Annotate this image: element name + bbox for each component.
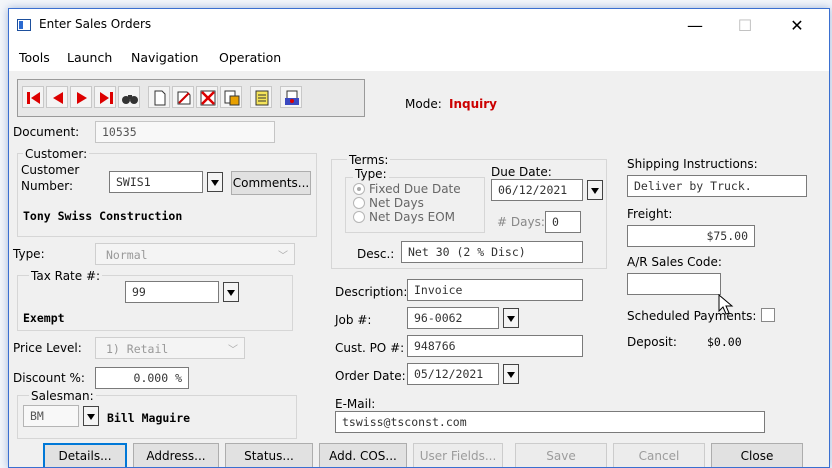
document-label: Document: xyxy=(13,125,80,139)
document-field[interactable]: 10535 xyxy=(95,121,275,143)
first-record-icon[interactable] xyxy=(22,86,44,108)
address-button[interactable]: Address... xyxy=(133,443,219,467)
radio-net-days-label: Net Days xyxy=(369,196,424,210)
title-bar: Enter Sales Orders — ☐ ✕ xyxy=(9,9,829,43)
ar-sales-code-label: A/R Sales Code: xyxy=(627,255,722,269)
close-button[interactable]: Close xyxy=(711,443,803,467)
customer-number-label-1: Customer xyxy=(21,163,80,177)
email-field[interactable]: tswiss@tsconst.com xyxy=(335,411,765,433)
next-record-icon[interactable] xyxy=(70,86,92,108)
chevron-down-icon: ﹀ xyxy=(278,251,288,262)
terms-desc-field[interactable]: Net 30 (2 % Disc) xyxy=(401,241,583,263)
deposit-value: $0.00 xyxy=(707,335,742,349)
job-label: Job #: xyxy=(335,313,372,327)
days-label: # Days: xyxy=(497,215,545,229)
menu-bar: Tools Launch Navigation Operation xyxy=(9,43,829,71)
menu-tools[interactable]: Tools xyxy=(19,50,50,65)
shipping-label: Shipping Instructions: xyxy=(627,157,758,171)
salesman-code-field[interactable]: BM xyxy=(23,405,79,427)
customer-name: Tony Swiss Construction xyxy=(23,209,183,223)
user-fields-button[interactable]: User Fields... xyxy=(413,443,503,467)
due-date-dropdown[interactable] xyxy=(587,180,603,200)
radio-net-days-eom[interactable] xyxy=(353,211,365,223)
previous-record-icon[interactable] xyxy=(46,86,68,108)
delete-icon[interactable] xyxy=(196,86,218,108)
freight-field[interactable]: $75.00 xyxy=(627,225,755,247)
menu-operation[interactable]: Operation xyxy=(219,50,281,65)
job-dropdown[interactable] xyxy=(503,308,519,328)
price-level-select[interactable]: 1) Retail ﹀ xyxy=(95,337,245,359)
new-document-icon[interactable] xyxy=(148,86,170,108)
shipping-field[interactable]: Deliver by Truck. xyxy=(627,175,807,197)
add-cos-button[interactable]: Add. COS... xyxy=(319,443,407,467)
comments-button[interactable]: Comments... xyxy=(231,171,311,195)
type-value: Normal xyxy=(106,248,148,262)
window-title: Enter Sales Orders xyxy=(39,17,152,31)
tax-rate-label: Tax Rate #: xyxy=(29,269,103,283)
record-toolbar xyxy=(17,79,365,117)
scheduled-payments-label: Scheduled Payments: xyxy=(627,309,757,323)
customer-number-label-2: Number: xyxy=(21,179,74,193)
last-record-icon[interactable] xyxy=(94,86,116,108)
menu-navigation[interactable]: Navigation xyxy=(131,50,198,65)
email-label: E-Mail: xyxy=(335,397,376,411)
scheduled-payments-checkbox[interactable] xyxy=(761,308,775,322)
minimize-button[interactable]: — xyxy=(675,13,715,39)
radio-fixed-due-date-label: Fixed Due Date xyxy=(369,182,461,196)
type-select[interactable]: Normal ﹀ xyxy=(95,243,295,265)
cancel-button[interactable]: Cancel xyxy=(613,443,705,467)
radio-net-days-eom-label: Net Days EOM xyxy=(369,210,456,224)
cust-po-field[interactable]: 948766 xyxy=(407,335,583,357)
radio-fixed-due-date[interactable] xyxy=(353,183,365,195)
save-button[interactable]: Save xyxy=(515,443,607,467)
print-icon[interactable] xyxy=(220,86,242,108)
terms-group-label: Terms: xyxy=(347,153,391,167)
radio-net-days[interactable] xyxy=(353,197,365,209)
tax-rate-field[interactable]: 99 xyxy=(125,281,219,303)
due-date-label: Due Date: xyxy=(491,165,552,179)
tax-exempt-text: Exempt xyxy=(23,311,65,325)
enter-sales-orders-window: Enter Sales Orders — ☐ ✕ Tools Launch Na… xyxy=(8,8,830,468)
tax-rate-dropdown[interactable] xyxy=(223,282,239,302)
chevron-down-icon: ﹀ xyxy=(228,345,238,356)
customer-group-label: Customer: xyxy=(23,147,90,161)
freight-label: Freight: xyxy=(627,207,673,221)
close-window-button[interactable]: ✕ xyxy=(777,13,817,39)
deposit-label: Deposit: xyxy=(627,335,677,349)
order-date-dropdown[interactable] xyxy=(503,364,519,384)
salesman-label: Salesman: xyxy=(29,389,96,403)
status-button[interactable]: Status... xyxy=(225,443,313,467)
mode-value: Inquiry xyxy=(449,97,497,111)
description-field[interactable]: Invoice xyxy=(407,279,583,301)
mode-label: Mode: xyxy=(405,97,442,111)
salesman-name: Bill Maguire xyxy=(107,411,191,425)
description-label: Description: xyxy=(335,285,408,299)
notes-icon[interactable] xyxy=(250,86,272,108)
terms-desc-label: Desc.: xyxy=(357,247,395,261)
terms-type-label: Type: xyxy=(353,167,389,181)
salesman-dropdown[interactable] xyxy=(83,406,99,426)
mouse-cursor-icon xyxy=(718,294,734,315)
edit-icon[interactable] xyxy=(172,86,194,108)
job-field[interactable]: 96-0062 xyxy=(407,307,499,329)
price-level-label: Price Level: xyxy=(13,341,82,355)
app-icon xyxy=(17,19,31,31)
post-icon[interactable] xyxy=(280,86,302,108)
customer-number-dropdown[interactable] xyxy=(207,172,223,192)
discount-field[interactable]: 0.000 % xyxy=(95,367,189,389)
maximize-button[interactable]: ☐ xyxy=(725,13,765,39)
order-date-field[interactable]: 05/12/2021 xyxy=(407,363,499,385)
customer-number-field[interactable]: SWIS1 xyxy=(109,171,203,193)
order-date-label: Order Date: xyxy=(335,369,406,383)
ar-sales-code-field[interactable] xyxy=(627,273,721,295)
price-level-value: 1) Retail xyxy=(106,342,169,356)
type-label: Type: xyxy=(13,247,45,261)
discount-label: Discount %: xyxy=(13,371,85,385)
cust-po-label: Cust. PO #: xyxy=(335,341,405,355)
find-icon[interactable] xyxy=(118,86,140,108)
days-field[interactable]: 0 xyxy=(545,211,581,233)
menu-launch[interactable]: Launch xyxy=(67,50,112,65)
due-date-field[interactable]: 06/12/2021 xyxy=(491,179,583,201)
details-button[interactable]: Details... xyxy=(43,443,127,467)
